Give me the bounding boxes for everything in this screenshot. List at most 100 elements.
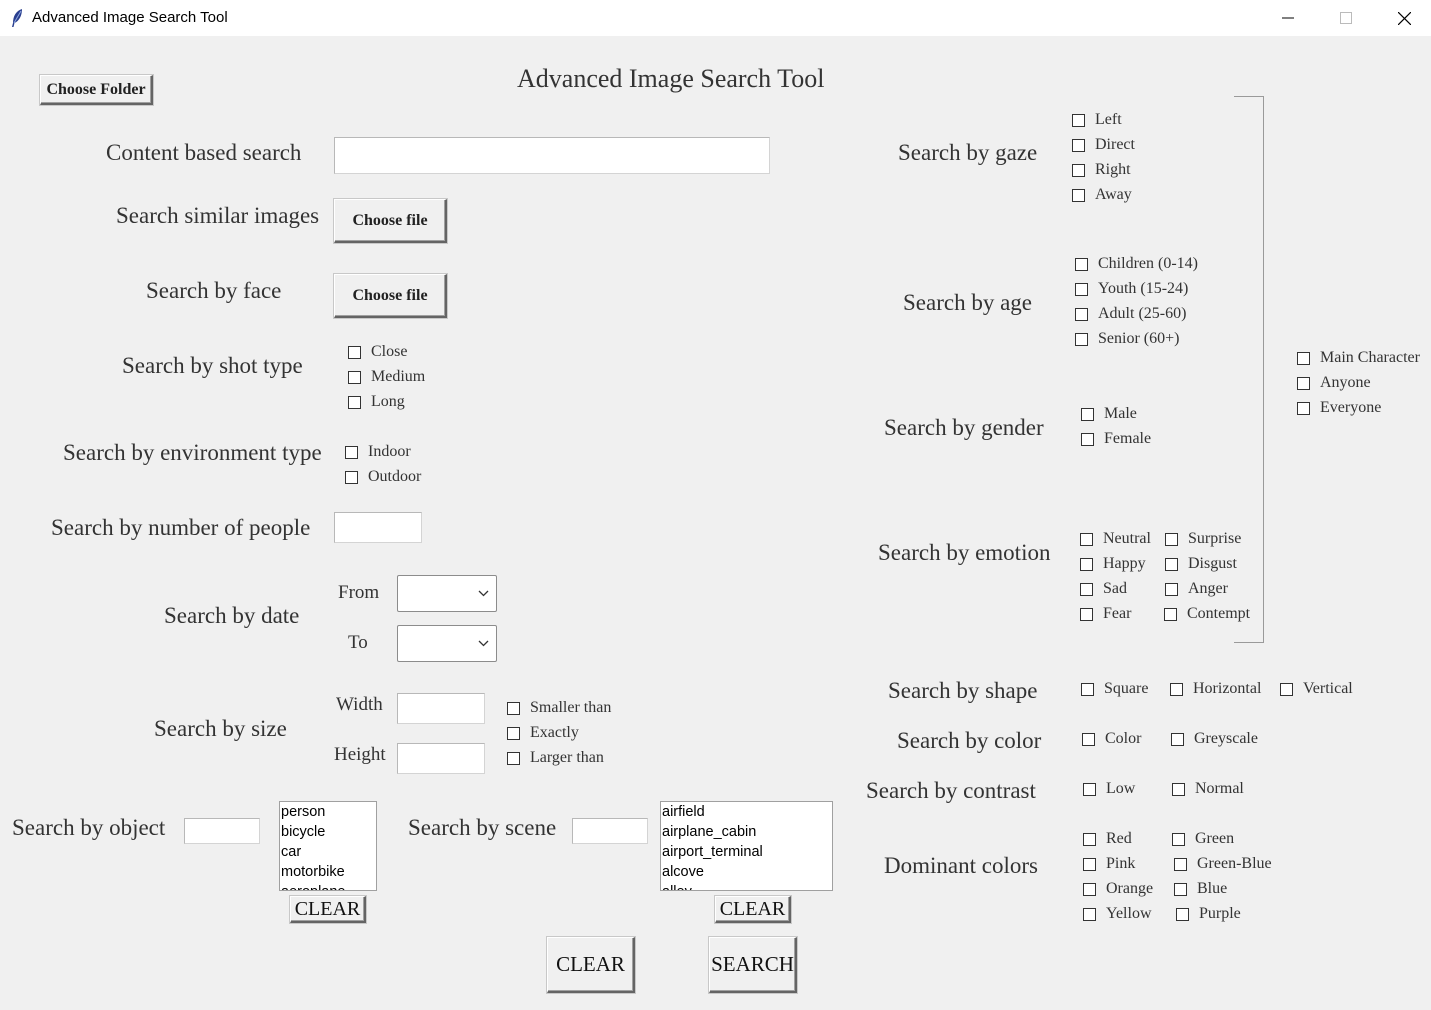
size-exactly-checkbox[interactable]: Exactly bbox=[507, 724, 579, 742]
shot-close-checkbox[interactable]: Close bbox=[348, 343, 407, 361]
list-item[interactable]: motorbike bbox=[281, 862, 376, 882]
dominant-pink-checkbox[interactable]: Pink bbox=[1083, 855, 1135, 873]
checkbox-box[interactable] bbox=[1164, 607, 1177, 621]
shot-long-checkbox[interactable]: Long bbox=[348, 393, 405, 411]
emotion-fear-checkbox[interactable]: Fear bbox=[1080, 605, 1131, 623]
dominant-green-checkbox[interactable]: Green bbox=[1172, 830, 1234, 848]
checkbox-box[interactable] bbox=[1072, 113, 1085, 127]
minimize-button[interactable] bbox=[1259, 0, 1317, 36]
scope-anyone-checkbox[interactable]: Anyone bbox=[1297, 374, 1371, 392]
scene-search-input[interactable] bbox=[572, 818, 648, 844]
checkbox-box[interactable] bbox=[1081, 682, 1094, 696]
checkbox-box[interactable] bbox=[1080, 607, 1093, 621]
emotion-anger-checkbox[interactable]: Anger bbox=[1165, 580, 1228, 598]
checkbox-box[interactable] bbox=[1172, 782, 1185, 796]
checkbox-box[interactable] bbox=[1072, 138, 1085, 152]
gender-female-checkbox[interactable]: Female bbox=[1081, 430, 1151, 448]
list-item[interactable]: alley bbox=[662, 882, 832, 890]
checkbox-box[interactable] bbox=[1075, 307, 1088, 321]
search-button[interactable]: SEARCH bbox=[709, 937, 797, 993]
dominant-yellow-checkbox[interactable]: Yellow bbox=[1083, 905, 1152, 923]
checkbox-box[interactable] bbox=[1297, 401, 1310, 415]
list-item[interactable]: airfield bbox=[662, 802, 832, 822]
dominant-green-blue-checkbox[interactable]: Green-Blue bbox=[1174, 855, 1272, 873]
shape-horizontal-checkbox[interactable]: Horizontal bbox=[1170, 680, 1261, 698]
gaze-right-checkbox[interactable]: Right bbox=[1072, 161, 1131, 179]
dominant-purple-checkbox[interactable]: Purple bbox=[1176, 905, 1241, 923]
contrast-low-checkbox[interactable]: Low bbox=[1083, 780, 1135, 798]
people-count-input[interactable] bbox=[334, 512, 422, 543]
checkbox-box[interactable] bbox=[1072, 163, 1085, 177]
scope-main-character-checkbox[interactable]: Main Character bbox=[1297, 349, 1420, 367]
checkbox-box[interactable] bbox=[1083, 857, 1096, 871]
checkbox-box[interactable] bbox=[1080, 582, 1093, 596]
scope-everyone-checkbox[interactable]: Everyone bbox=[1297, 399, 1381, 417]
scene-clear-button[interactable]: CLEAR bbox=[715, 896, 791, 923]
object-clear-button[interactable]: CLEAR bbox=[290, 896, 366, 923]
size-larger-checkbox[interactable]: Larger than bbox=[507, 749, 604, 767]
gaze-away-checkbox[interactable]: Away bbox=[1072, 186, 1132, 204]
dominant-red-checkbox[interactable]: Red bbox=[1083, 830, 1132, 848]
gaze-left-checkbox[interactable]: Left bbox=[1072, 111, 1122, 129]
scene-listbox[interactable]: airfield airplane_cabin airport_terminal… bbox=[660, 801, 833, 891]
maximize-button[interactable] bbox=[1317, 0, 1375, 36]
dominant-blue-checkbox[interactable]: Blue bbox=[1174, 880, 1227, 898]
checkbox-box[interactable] bbox=[1075, 332, 1088, 346]
checkbox-box[interactable] bbox=[345, 445, 358, 459]
shape-square-checkbox[interactable]: Square bbox=[1081, 680, 1148, 698]
checkbox-box[interactable] bbox=[1176, 907, 1189, 921]
checkbox-box[interactable] bbox=[1174, 882, 1187, 896]
shape-vertical-checkbox[interactable]: Vertical bbox=[1280, 680, 1353, 698]
checkbox-box[interactable] bbox=[507, 701, 520, 715]
checkbox-box[interactable] bbox=[345, 470, 358, 484]
color-greyscale-checkbox[interactable]: Greyscale bbox=[1171, 730, 1258, 748]
emotion-surprise-checkbox[interactable]: Surprise bbox=[1165, 530, 1241, 548]
shot-medium-checkbox[interactable]: Medium bbox=[348, 368, 425, 386]
checkbox-box[interactable] bbox=[1083, 907, 1096, 921]
emotion-sad-checkbox[interactable]: Sad bbox=[1080, 580, 1127, 598]
checkbox-box[interactable] bbox=[1081, 432, 1094, 446]
gaze-direct-checkbox[interactable]: Direct bbox=[1072, 136, 1135, 154]
emotion-neutral-checkbox[interactable]: Neutral bbox=[1080, 530, 1151, 548]
checkbox-box[interactable] bbox=[1083, 782, 1096, 796]
checkbox-box[interactable] bbox=[507, 751, 520, 765]
object-listbox[interactable]: person bicycle car motorbike aeroplane bbox=[279, 801, 377, 891]
size-smaller-checkbox[interactable]: Smaller than bbox=[507, 699, 611, 717]
age-adult-checkbox[interactable]: Adult (25-60) bbox=[1075, 305, 1186, 323]
date-to-select[interactable] bbox=[397, 625, 497, 662]
checkbox-box[interactable] bbox=[348, 395, 361, 409]
list-item[interactable]: person bbox=[281, 802, 376, 822]
emotion-happy-checkbox[interactable]: Happy bbox=[1080, 555, 1146, 573]
color-color-checkbox[interactable]: Color bbox=[1082, 730, 1141, 748]
checkbox-box[interactable] bbox=[348, 345, 361, 359]
env-indoor-checkbox[interactable]: Indoor bbox=[345, 443, 411, 461]
checkbox-box[interactable] bbox=[1171, 732, 1184, 746]
similar-choose-file-button[interactable]: Choose file bbox=[334, 199, 447, 243]
age-senior-checkbox[interactable]: Senior (60+) bbox=[1075, 330, 1179, 348]
checkbox-box[interactable] bbox=[1080, 557, 1093, 571]
emotion-contempt-checkbox[interactable]: Contempt bbox=[1164, 605, 1250, 623]
list-item[interactable]: car bbox=[281, 842, 376, 862]
content-search-input[interactable] bbox=[334, 137, 770, 174]
checkbox-box[interactable] bbox=[1165, 557, 1178, 571]
clear-all-button[interactable]: CLEAR bbox=[547, 937, 635, 993]
checkbox-box[interactable] bbox=[1174, 857, 1187, 871]
checkbox-box[interactable] bbox=[1172, 832, 1185, 846]
dominant-orange-checkbox[interactable]: Orange bbox=[1083, 880, 1153, 898]
checkbox-box[interactable] bbox=[348, 370, 361, 384]
list-item[interactable]: aeroplane bbox=[281, 882, 376, 890]
list-item[interactable]: airport_terminal bbox=[662, 842, 832, 862]
checkbox-box[interactable] bbox=[1280, 682, 1293, 696]
checkbox-box[interactable] bbox=[1075, 257, 1088, 271]
checkbox-box[interactable] bbox=[1170, 682, 1183, 696]
checkbox-box[interactable] bbox=[1081, 407, 1094, 421]
checkbox-box[interactable] bbox=[1297, 351, 1310, 365]
checkbox-box[interactable] bbox=[1083, 882, 1096, 896]
checkbox-box[interactable] bbox=[1083, 832, 1096, 846]
checkbox-box[interactable] bbox=[507, 726, 520, 740]
age-youth-checkbox[interactable]: Youth (15-24) bbox=[1075, 280, 1188, 298]
height-input[interactable] bbox=[397, 743, 485, 774]
date-from-select[interactable] bbox=[397, 575, 497, 612]
choose-folder-button[interactable]: Choose Folder bbox=[40, 75, 153, 105]
contrast-normal-checkbox[interactable]: Normal bbox=[1172, 780, 1244, 798]
